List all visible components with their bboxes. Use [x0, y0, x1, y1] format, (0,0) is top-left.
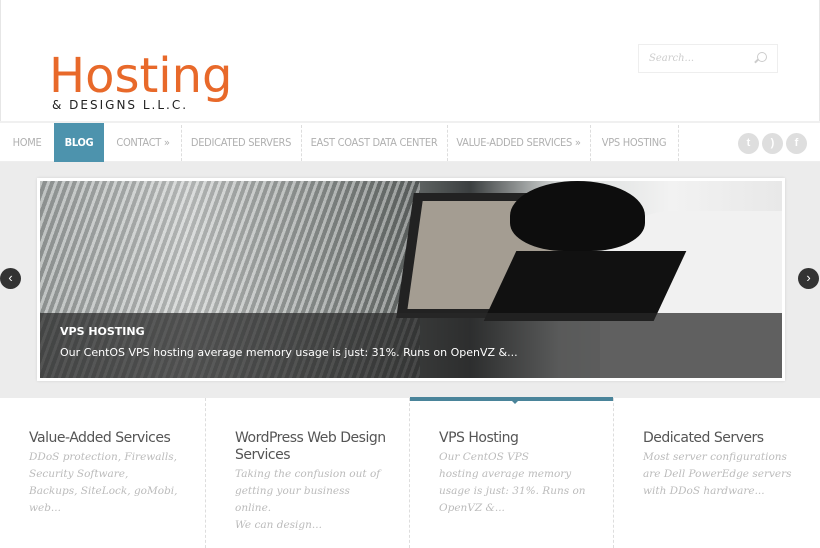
feature-box[interactable]: Value-Added Services DDoS protection, Fi…	[0, 398, 206, 548]
twitter-icon[interactable]: t	[738, 133, 759, 154]
slide-title[interactable]: VPS HOSTING	[60, 325, 762, 338]
feature-text: Taking the confusion out of getting your…	[235, 468, 381, 531]
feature-title[interactable]: VPS Hosting	[439, 430, 599, 447]
nav-east-coast-data-center[interactable]: EAST COAST DATA CENTER	[301, 123, 447, 162]
logo[interactable]: Hosting & DESIGNS L.L.C.	[49, 48, 233, 114]
person-head-image	[510, 181, 645, 251]
logo-main-text: Hosting	[49, 48, 233, 104]
slide-image[interactable]: VPS HOSTING Our CentOS VPS hosting avera…	[40, 181, 782, 378]
nav-divider	[678, 125, 679, 161]
slide-caption: VPS HOSTING Our CentOS VPS hosting avera…	[40, 313, 782, 378]
logo-sub-text: & DESIGNS L.L.C.	[52, 98, 189, 112]
slider-next-button[interactable]: ›	[798, 268, 819, 289]
feature-title[interactable]: WordPress Web Design Services	[235, 430, 395, 464]
slider-prev-button[interactable]: ‹	[0, 268, 21, 289]
feature-box[interactable]: Dedicated Servers Most server configurat…	[614, 398, 820, 548]
search-box	[638, 44, 778, 73]
rss-icon[interactable]: )	[762, 133, 783, 154]
feature-box[interactable]: WordPress Web Design Services Taking the…	[206, 398, 410, 548]
feature-text: DDoS protection, Firewalls, Security Sof…	[29, 451, 178, 514]
feature-box-active[interactable]: VPS Hosting Our CentOS VPS hosting avera…	[410, 397, 614, 548]
main-nav: HOME BLOG CONTACT » DEDICATED SERVERS EA…	[0, 121, 820, 162]
nav-contact[interactable]: CONTACT »	[105, 123, 181, 162]
nav-blog[interactable]: BLOG	[54, 123, 104, 162]
facebook-icon[interactable]: f	[786, 133, 807, 154]
feature-text: Our CentOS VPS hosting average memory us…	[439, 451, 586, 514]
nav-dedicated-servers[interactable]: DEDICATED SERVERS	[181, 123, 301, 162]
slide-text: Our CentOS VPS hosting average memory us…	[60, 346, 518, 359]
feature-text: Most server configurations are Dell Powe…	[643, 451, 792, 497]
keyboard-image	[483, 251, 687, 321]
features-section: Value-Added Services DDoS protection, Fi…	[0, 397, 820, 548]
nav-vps-hosting[interactable]: VPS HOSTING	[590, 123, 678, 162]
search-icon[interactable]	[757, 52, 767, 62]
nav-home[interactable]: HOME	[0, 123, 54, 162]
hero-slider: VPS HOSTING Our CentOS VPS hosting avera…	[37, 178, 785, 381]
feature-title[interactable]: Dedicated Servers	[643, 430, 803, 447]
search-input[interactable]	[639, 45, 749, 72]
header: Hosting & DESIGNS L.L.C.	[0, 0, 820, 121]
feature-title[interactable]: Value-Added Services	[29, 430, 189, 447]
nav-value-added-services[interactable]: VALUE-ADDED SERVICES »	[447, 123, 590, 162]
